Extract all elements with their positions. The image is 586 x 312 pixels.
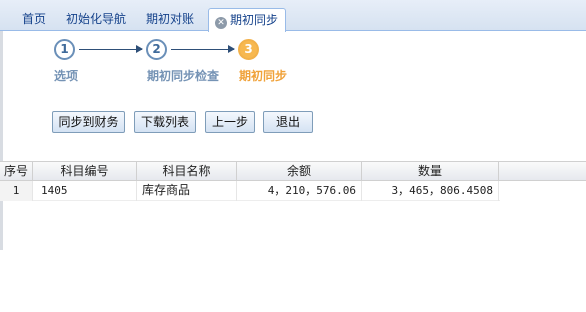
sync-to-finance-button[interactable]: 同步到财务 [52, 111, 125, 133]
step-arrow-icon [79, 45, 143, 53]
tab-opening-sync-label: 期初同步 [230, 13, 279, 27]
column-header-quantity[interactable]: 数量 [362, 162, 499, 181]
tab-bar: 首页 初始化导航 期初对账 ✕ 期初同步 [0, 0, 586, 32]
column-header-code[interactable]: 科目编号 [33, 162, 137, 181]
close-icon[interactable]: ✕ [215, 17, 227, 29]
row-code: 1405 [33, 181, 137, 201]
step-arrow-icon [171, 45, 235, 53]
column-header-index[interactable]: 序号 [0, 162, 33, 181]
column-header-balance[interactable]: 余额 [237, 162, 362, 181]
step-2-label: 期初同步检查 [147, 69, 220, 83]
grid-header: 序号 科目编号 科目名称 余额 数量 [0, 161, 586, 181]
step-3-label: 期初同步 [239, 69, 288, 83]
row-quantity: 3，465，806.4508 [362, 181, 499, 201]
tab-opening-reconcile[interactable]: 期初对账 [138, 8, 202, 31]
download-list-button[interactable]: 下载列表 [134, 111, 196, 133]
exit-button[interactable]: 退出 [263, 111, 313, 133]
row-name: 库存商品 [137, 181, 237, 201]
column-header-name[interactable]: 科目名称 [137, 162, 237, 181]
table-row[interactable]: 1 1405 库存商品 4，210，576.06 3，465，806.4508 [0, 181, 500, 201]
row-index: 1 [0, 181, 33, 201]
step-3-circle: 3 [238, 39, 259, 60]
step-1-circle: 1 [54, 39, 75, 60]
wizard-panel: 1 2 3 选项 期初同步检查 期初同步 同步到财务 下载列表 上一步 退出 [3, 32, 586, 160]
step-2-circle: 2 [146, 39, 167, 60]
step-1-label: 选项 [54, 69, 79, 83]
tab-home[interactable]: 首页 [14, 8, 54, 31]
prev-step-button[interactable]: 上一步 [205, 111, 255, 133]
tab-init-nav[interactable]: 初始化导航 [58, 8, 134, 31]
row-balance: 4，210，576.06 [237, 181, 362, 201]
tab-opening-sync[interactable]: ✕ 期初同步 [208, 8, 287, 32]
